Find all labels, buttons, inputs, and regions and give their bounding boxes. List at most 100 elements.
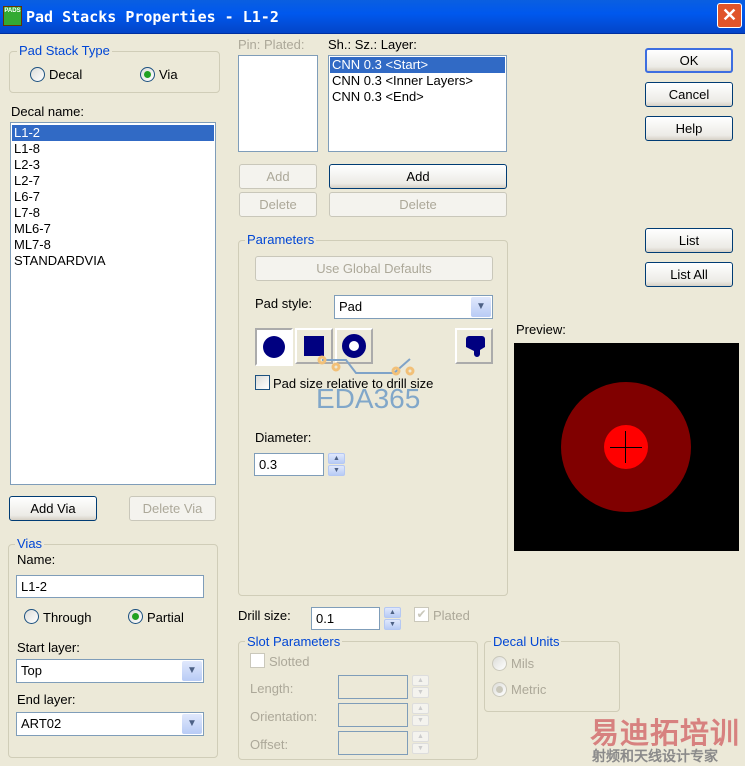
pin-plated-list[interactable]	[238, 55, 318, 152]
list-item[interactable]: L6-7	[12, 189, 214, 205]
spin-up-icon[interactable]: ▲	[328, 453, 345, 464]
start-layer-label: Start layer:	[17, 640, 80, 655]
drill-size-label: Drill size:	[238, 608, 291, 623]
diameter-label: Diameter:	[255, 430, 312, 445]
eda365-trace-watermark-icon	[317, 355, 415, 376]
through-radio[interactable]	[24, 609, 39, 624]
end-layer-label: End layer:	[17, 692, 76, 707]
pin-plated-label: Pin: Plated:	[238, 37, 305, 52]
end-layer-value: ART02	[21, 716, 62, 731]
list-item[interactable]: L7-8	[12, 205, 214, 221]
through-label: Through	[43, 610, 92, 625]
slotted-checkbox[interactable]	[250, 653, 265, 668]
list-item[interactable]: L1-8	[12, 141, 214, 157]
preview-label: Preview:	[516, 322, 566, 337]
list-item[interactable]: CNN 0.3 <Inner Layers>	[330, 73, 505, 89]
list-item[interactable]: L2-3	[12, 157, 214, 173]
title-bar[interactable]: PADS Pad Stacks Properties - L1-2 ✕	[0, 0, 745, 34]
crosshair-icon	[610, 447, 642, 448]
parameters-legend: Parameters	[245, 232, 317, 247]
partial-radio[interactable]	[128, 609, 143, 624]
add-pin-button[interactable]: Add	[239, 164, 317, 189]
add-via-button[interactable]: Add Via	[9, 496, 97, 521]
start-layer-select[interactable]: Top ▼	[16, 659, 204, 683]
decal-units-legend: Decal Units	[491, 634, 562, 649]
window-title: Pad Stacks Properties - L1-2	[26, 8, 279, 26]
delete-pin-button[interactable]: Delete	[239, 192, 317, 217]
spin-up-icon[interactable]: ▲	[384, 607, 401, 618]
via-radio-label: Via	[159, 67, 178, 82]
drill-size-spinner[interactable]: ▲ ▼	[384, 607, 401, 631]
mils-radio[interactable]	[492, 656, 507, 671]
cancel-button[interactable]: Cancel	[645, 82, 733, 107]
list-item[interactable]: ML7-8	[12, 237, 214, 253]
offset-input[interactable]	[338, 731, 408, 755]
odd-pad-icon	[466, 336, 485, 357]
orientation-spinner[interactable]: ▲ ▼	[412, 703, 429, 727]
decal-radio-label: Decal	[49, 67, 83, 82]
length-label: Length:	[250, 681, 294, 696]
layers-list[interactable]: CNN 0.3 <Start> CNN 0.3 <Inner Layers> C…	[328, 55, 507, 152]
use-global-defaults-button[interactable]: Use Global Defaults	[255, 256, 493, 281]
list-item[interactable]: L1-2	[12, 125, 214, 141]
list-all-button[interactable]: List All	[645, 262, 733, 287]
plated-checkbox[interactable]: ✔	[414, 607, 429, 622]
pad-style-label: Pad style:	[255, 296, 313, 311]
length-spinner[interactable]: ▲ ▼	[412, 675, 429, 699]
parameters-group	[238, 240, 508, 596]
pad-stack-type-legend: Pad Stack Type	[17, 43, 112, 58]
preview-canvas	[514, 343, 739, 551]
metric-radio[interactable]	[492, 682, 507, 697]
odd-shape-button[interactable]	[455, 328, 493, 364]
start-layer-value: Top	[21, 663, 42, 678]
via-name-input[interactable]: L1-2	[16, 575, 204, 598]
via-name-label: Name:	[17, 552, 56, 567]
eda365-watermark: EDA365	[316, 383, 421, 414]
partial-label: Partial	[147, 610, 184, 625]
list-button[interactable]: List	[645, 228, 733, 253]
list-item[interactable]: L2-7	[12, 173, 214, 189]
list-item[interactable]: STANDARDVIA	[12, 253, 214, 269]
round-pad-icon	[263, 336, 285, 358]
offset-spinner[interactable]: ▲ ▼	[412, 731, 429, 755]
layers-header: Sh.: Sz.: Layer:	[328, 37, 417, 52]
decal-radio[interactable]	[30, 67, 45, 82]
spin-down-icon[interactable]: ▼	[328, 465, 345, 476]
list-item[interactable]: ML6-7	[12, 221, 214, 237]
pads-logo-icon: PADS	[3, 6, 22, 26]
cn-watermark-subtitle: 射频和天线设计专家	[592, 748, 718, 764]
metric-label: Metric	[511, 682, 547, 697]
plated-label: Plated	[433, 608, 470, 623]
ok-button[interactable]: OK	[645, 48, 733, 73]
mils-label: Mils	[511, 656, 535, 671]
pad-style-select[interactable]: Pad ▼	[334, 295, 493, 319]
chevron-down-icon[interactable]: ▼	[182, 661, 202, 681]
decal-units-group	[484, 641, 620, 712]
help-button[interactable]: Help	[645, 116, 733, 141]
list-item[interactable]: CNN 0.3 <End>	[330, 89, 505, 105]
via-radio[interactable]	[140, 67, 155, 82]
chevron-down-icon[interactable]: ▼	[471, 297, 491, 317]
vias-legend: Vias	[15, 536, 45, 551]
spin-down-icon[interactable]: ▼	[384, 619, 401, 630]
diameter-input[interactable]: 0.3	[254, 453, 324, 476]
offset-label: Offset:	[250, 737, 289, 752]
diameter-spinner[interactable]: ▲ ▼	[328, 453, 345, 477]
length-input[interactable]	[338, 675, 408, 699]
end-layer-select[interactable]: ART02 ▼	[16, 712, 204, 736]
slotted-label: Slotted	[269, 654, 310, 669]
slot-parameters-legend: Slot Parameters	[245, 634, 343, 649]
round-shape-button[interactable]	[255, 328, 293, 366]
add-layer-button[interactable]: Add	[329, 164, 507, 189]
orientation-label: Orientation:	[250, 709, 318, 724]
delete-layer-button[interactable]: Delete	[329, 192, 507, 217]
pad-size-relative-checkbox[interactable]	[255, 375, 270, 390]
close-button[interactable]: ✕	[717, 3, 742, 28]
delete-via-button[interactable]: Delete Via	[129, 496, 216, 521]
pad-style-value: Pad	[339, 299, 363, 314]
orientation-input[interactable]	[338, 703, 408, 727]
list-item[interactable]: CNN 0.3 <Start>	[330, 57, 505, 73]
drill-size-input[interactable]: 0.1	[311, 607, 380, 630]
decal-name-list[interactable]: L1-2 L1-8 L2-3 L2-7 L6-7 L7-8 ML6-7 ML7-…	[10, 122, 216, 485]
chevron-down-icon[interactable]: ▼	[182, 714, 202, 734]
